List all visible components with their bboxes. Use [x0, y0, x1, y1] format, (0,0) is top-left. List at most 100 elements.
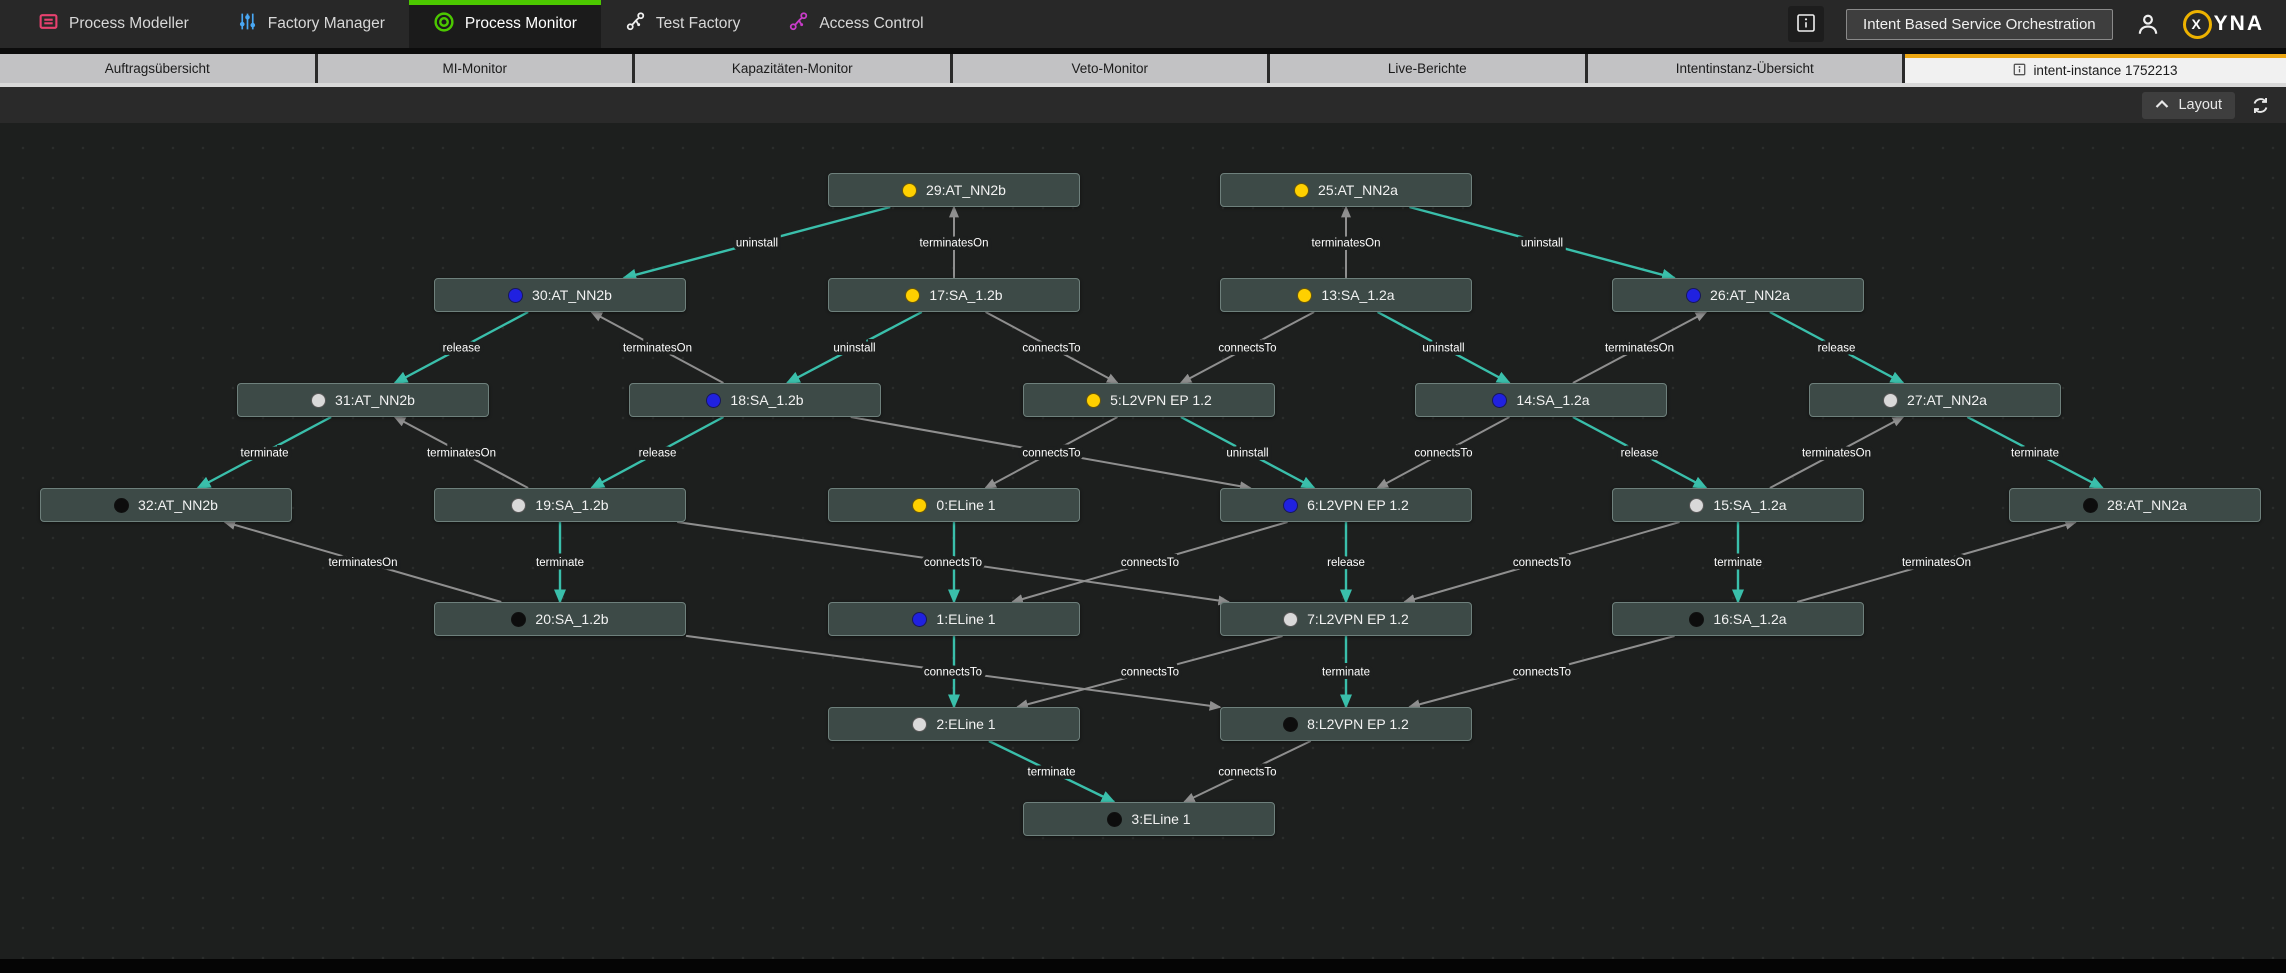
- tab-mi-monitor[interactable]: MI-Monitor: [318, 54, 636, 83]
- graph-node-6[interactable]: 6:L2VPN EP 1.2: [1220, 488, 1472, 522]
- node-label: 20:SA_1.2b: [535, 611, 608, 627]
- factory-manager-icon: [237, 11, 258, 37]
- top-nav-bar: Process Modeller Factory Manager Process…: [0, 0, 2286, 48]
- edge-label: connectsTo: [1218, 767, 1276, 779]
- edge-label: terminate: [1714, 557, 1762, 569]
- nav-item-label: Factory Manager: [268, 15, 385, 33]
- nav-item-label: Test Factory: [656, 15, 740, 33]
- node-label: 16:SA_1.2a: [1713, 611, 1786, 627]
- nav-controls: Intent Based Service Orchestration XYNA: [1788, 0, 2286, 48]
- node-status-dot: [1294, 183, 1309, 198]
- graph-node-29[interactable]: 29:AT_NN2b: [828, 173, 1080, 207]
- tab-auftragsuebersicht[interactable]: Auftragsübersicht: [0, 54, 318, 83]
- tab-intentinstanz-uebersicht[interactable]: Intentinstanz-Übersicht: [1588, 54, 1906, 83]
- nav-item-factory-manager[interactable]: Factory Manager: [213, 0, 409, 48]
- edge-label: uninstall: [736, 238, 778, 250]
- chevron-up-icon: [2155, 97, 2169, 113]
- node-status-dot: [912, 498, 927, 513]
- node-status-dot: [508, 288, 523, 303]
- graph-node-7[interactable]: 7:L2VPN EP 1.2: [1220, 602, 1472, 636]
- node-label: 27:AT_NN2a: [1907, 392, 1987, 408]
- graph-node-19[interactable]: 19:SA_1.2b: [434, 488, 686, 522]
- node-status-dot: [311, 393, 326, 408]
- panel-toggle-button[interactable]: [1788, 6, 1824, 42]
- edge-label: connectsTo: [1121, 667, 1179, 679]
- graph-node-30[interactable]: 30:AT_NN2b: [434, 278, 686, 312]
- node-status-dot: [1283, 498, 1298, 513]
- graph-node-0[interactable]: 0:ELine 1: [828, 488, 1080, 522]
- node-status-dot: [905, 288, 920, 303]
- edge-label: terminatesOn: [1311, 238, 1380, 250]
- edge-label: terminate: [1028, 767, 1076, 779]
- graph-node-3[interactable]: 3:ELine 1: [1023, 802, 1275, 836]
- tab-kapazitaeten-monitor[interactable]: Kapazitäten-Monitor: [635, 54, 953, 83]
- layout-button[interactable]: Layout: [2142, 92, 2235, 119]
- graph-node-14[interactable]: 14:SA_1.2a: [1415, 383, 1667, 417]
- graph-node-31[interactable]: 31:AT_NN2b: [237, 383, 489, 417]
- edge-label: connectsTo: [1218, 343, 1276, 355]
- graph-node-28[interactable]: 28:AT_NN2a: [2009, 488, 2261, 522]
- node-label: 31:AT_NN2b: [335, 392, 415, 408]
- edge-label: uninstall: [833, 343, 875, 355]
- node-label: 25:AT_NN2a: [1318, 182, 1398, 198]
- app-window: Process Modeller Factory Manager Process…: [0, 0, 2286, 973]
- node-status-dot: [1689, 612, 1704, 627]
- node-status-dot: [511, 498, 526, 513]
- graph-node-27[interactable]: 27:AT_NN2a: [1809, 383, 2061, 417]
- node-status-dot: [706, 393, 721, 408]
- nav-item-label: Process Monitor: [465, 15, 577, 33]
- process-monitor-icon: [433, 11, 455, 38]
- node-label: 19:SA_1.2b: [535, 497, 608, 513]
- nav-item-process-modeller[interactable]: Process Modeller: [14, 0, 213, 48]
- node-label: 29:AT_NN2b: [926, 182, 1006, 198]
- graph-node-25[interactable]: 25:AT_NN2a: [1220, 173, 1472, 207]
- refresh-icon[interactable]: [2251, 96, 2270, 115]
- graph-node-13[interactable]: 13:SA_1.2a: [1220, 278, 1472, 312]
- user-icon[interactable]: [2135, 11, 2161, 37]
- graph-node-18[interactable]: 18:SA_1.2b: [629, 383, 881, 417]
- edge-label: terminatesOn: [328, 557, 397, 569]
- node-status-dot: [1086, 393, 1101, 408]
- graph-node-2[interactable]: 2:ELine 1: [828, 707, 1080, 741]
- tab-intent-instance[interactable]: intent-instance 1752213: [1905, 54, 2286, 83]
- graph-node-26[interactable]: 26:AT_NN2a: [1612, 278, 1864, 312]
- node-label: 32:AT_NN2b: [138, 497, 218, 513]
- node-label: 6:L2VPN EP 1.2: [1307, 497, 1409, 513]
- xyna-logo-text: YNA: [2214, 12, 2264, 36]
- nav-item-access-control[interactable]: Access Control: [764, 0, 947, 48]
- node-label: 28:AT_NN2a: [2107, 497, 2187, 513]
- edge-label: release: [639, 448, 677, 460]
- node-label: 1:ELine 1: [936, 611, 995, 627]
- nav-item-test-factory[interactable]: Test Factory: [601, 0, 764, 48]
- edge-label: connectsTo: [1022, 448, 1080, 460]
- tab-live-berichte[interactable]: Live-Berichte: [1270, 54, 1588, 83]
- graph-canvas[interactable]: uninstallreleaseterminateuninstallreleas…: [0, 123, 2286, 959]
- edge-label: terminatesOn: [623, 343, 692, 355]
- node-label: 14:SA_1.2a: [1516, 392, 1589, 408]
- edge-label: connectsTo: [1022, 343, 1080, 355]
- node-label: 0:ELine 1: [936, 497, 995, 513]
- node-label: 5:L2VPN EP 1.2: [1110, 392, 1212, 408]
- edge-label: terminate: [1322, 667, 1370, 679]
- graph-node-5[interactable]: 5:L2VPN EP 1.2: [1023, 383, 1275, 417]
- graph-node-15[interactable]: 15:SA_1.2a: [1612, 488, 1864, 522]
- graph-node-17[interactable]: 17:SA_1.2b: [828, 278, 1080, 312]
- graph-node-8[interactable]: 8:L2VPN EP 1.2: [1220, 707, 1472, 741]
- nav-item-label: Process Modeller: [69, 15, 189, 33]
- project-button[interactable]: Intent Based Service Orchestration: [1846, 9, 2113, 40]
- node-label: 17:SA_1.2b: [929, 287, 1002, 303]
- graph-node-16[interactable]: 16:SA_1.2a: [1612, 602, 1864, 636]
- graph-node-20[interactable]: 20:SA_1.2b: [434, 602, 686, 636]
- info-panel-icon: [1796, 13, 1816, 36]
- nav-item-process-monitor[interactable]: Process Monitor: [409, 0, 601, 48]
- graph-toolbar: Layout: [0, 87, 2286, 123]
- graph-node-32[interactable]: 32:AT_NN2b: [40, 488, 292, 522]
- edge-label: uninstall: [1521, 238, 1563, 250]
- node-status-dot: [912, 717, 927, 732]
- test-factory-icon: [625, 11, 646, 37]
- node-status-dot: [114, 498, 129, 513]
- tab-veto-monitor[interactable]: Veto-Monitor: [953, 54, 1271, 83]
- node-label: 3:ELine 1: [1131, 811, 1190, 827]
- bottom-strip: [0, 959, 2286, 973]
- graph-node-1[interactable]: 1:ELine 1: [828, 602, 1080, 636]
